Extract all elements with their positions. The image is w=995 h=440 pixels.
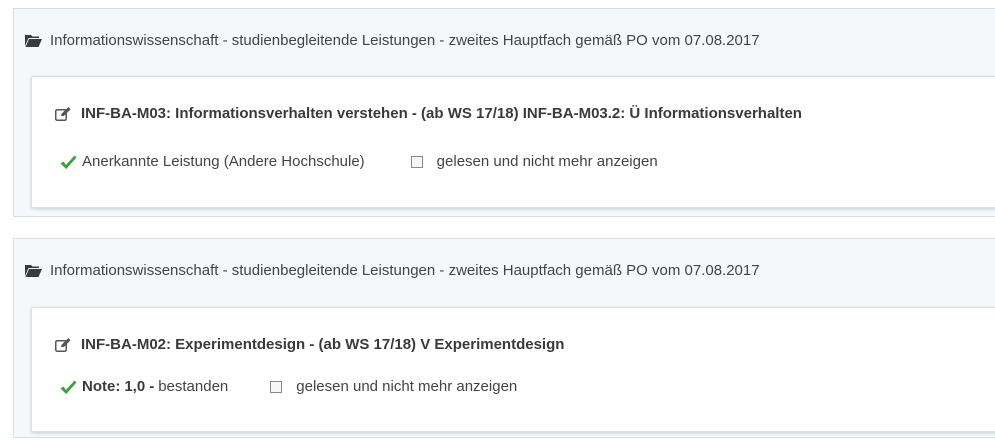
module-title-text: INF-BA-M02: Experimentdesign - (ab WS 17… <box>81 336 565 353</box>
panel-heading: Informationswissenschaft - studienbeglei… <box>25 32 760 49</box>
edit-icon[interactable] <box>55 106 71 121</box>
panel-heading-text: Informationswissenschaft - studienbeglei… <box>50 262 760 279</box>
module-status-row: Note: 1,0 - bestanden gelesen und nicht … <box>59 378 517 395</box>
grade-label: Note: <box>82 378 121 395</box>
status-text: bestanden <box>158 378 229 395</box>
grade-value: 1,0 <box>124 378 146 395</box>
module-panel: Informationswissenschaft - studienbeglei… <box>13 8 995 217</box>
status-text: Anerkannte Leistung (Andere Hochschule) <box>82 153 365 170</box>
folder-open-icon <box>25 265 42 277</box>
panel-heading-text: Informationswissenschaft - studienbeglei… <box>50 32 760 49</box>
module-panel: Informationswissenschaft - studienbeglei… <box>13 238 995 438</box>
edit-icon[interactable] <box>55 337 71 352</box>
read-checkbox[interactable] <box>410 155 423 168</box>
module-title: INF-BA-M02: Experimentdesign - (ab WS 17… <box>55 336 564 353</box>
module-status-row: Anerkannte Leistung (Andere Hochschule) … <box>59 153 658 170</box>
folder-open-icon <box>25 35 42 47</box>
grade-separator: - <box>149 378 155 395</box>
read-checkbox-label[interactable]: gelesen und nicht mehr anzeigen <box>437 153 658 170</box>
check-icon <box>60 380 77 394</box>
module-card: INF-BA-M02: Experimentdesign - (ab WS 17… <box>31 307 995 432</box>
panel-heading: Informationswissenschaft - studienbeglei… <box>25 262 760 279</box>
module-card: INF-BA-M03: Informationsverhalten verste… <box>31 76 995 208</box>
check-icon <box>60 155 77 169</box>
read-checkbox[interactable] <box>270 380 283 393</box>
module-title: INF-BA-M03: Informationsverhalten verste… <box>55 105 802 122</box>
module-title-text: INF-BA-M03: Informationsverhalten verste… <box>81 105 802 122</box>
read-checkbox-label[interactable]: gelesen und nicht mehr anzeigen <box>296 378 517 395</box>
